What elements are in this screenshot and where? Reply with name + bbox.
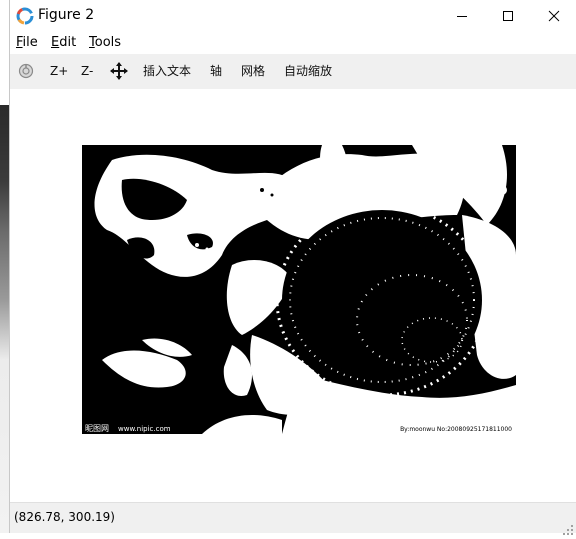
cursor-coordinates: (826.78, 300.19) xyxy=(14,510,115,524)
window-title: Figure 2 xyxy=(38,7,95,23)
grid-button[interactable]: 网格 xyxy=(241,62,265,80)
menu-tools[interactable]: Tools xyxy=(89,35,121,50)
home-button[interactable] xyxy=(17,62,35,84)
zoom-out-button[interactable]: Z- xyxy=(81,62,93,80)
sunflower-binary-image[interactable]: 昵图网 www.nipic.com By:moonwu No:200809251… xyxy=(82,145,516,434)
menu-bar: File Edit Tools xyxy=(10,31,576,54)
pan-icon xyxy=(110,62,128,80)
maximize-button[interactable] xyxy=(485,0,531,31)
watermark-right: By:moonwu No:20080925171811000 xyxy=(400,426,512,433)
resize-grip-icon[interactable] xyxy=(563,520,573,535)
status-bar: (826.78, 300.19) xyxy=(10,502,576,535)
menu-edit-label: dit xyxy=(59,35,77,50)
watermark-left-url: www.nipic.com xyxy=(118,425,171,433)
menu-file[interactable]: File xyxy=(16,35,38,50)
close-button[interactable] xyxy=(531,0,576,31)
figure-canvas[interactable]: 昵图网 www.nipic.com By:moonwu No:200809251… xyxy=(10,89,576,502)
close-icon xyxy=(548,10,560,21)
watermark-left: 昵图网 xyxy=(85,424,109,433)
background-window-strip xyxy=(0,0,9,533)
axis-button[interactable]: 轴 xyxy=(210,62,222,80)
menu-tools-label: ools xyxy=(94,35,122,50)
minimize-button[interactable] xyxy=(439,0,485,31)
toolbar: Z+ Z- 插入文本 轴 网格 自动缩放 xyxy=(10,54,576,89)
app-logo-icon xyxy=(16,7,34,25)
autoscale-button[interactable]: 自动缩放 xyxy=(284,62,332,80)
insert-text-button[interactable]: 插入文本 xyxy=(143,62,191,80)
minimize-icon xyxy=(457,15,467,17)
pan-button[interactable] xyxy=(110,62,128,84)
zoom-in-button[interactable]: Z+ xyxy=(50,62,68,80)
menu-edit[interactable]: Edit xyxy=(51,35,76,50)
figure-window: Figure 2 File Edit Tools Z+ Z- 插入文本 轴 网格… xyxy=(9,0,576,535)
maximize-icon xyxy=(503,10,513,21)
menu-file-label: ile xyxy=(22,35,38,50)
title-bar[interactable]: Figure 2 xyxy=(10,0,576,31)
home-icon xyxy=(18,63,34,79)
menu-edit-mnemonic: E xyxy=(51,35,60,50)
sunflower-image-graphic: 昵图网 www.nipic.com By:moonwu No:200809251… xyxy=(82,145,516,434)
